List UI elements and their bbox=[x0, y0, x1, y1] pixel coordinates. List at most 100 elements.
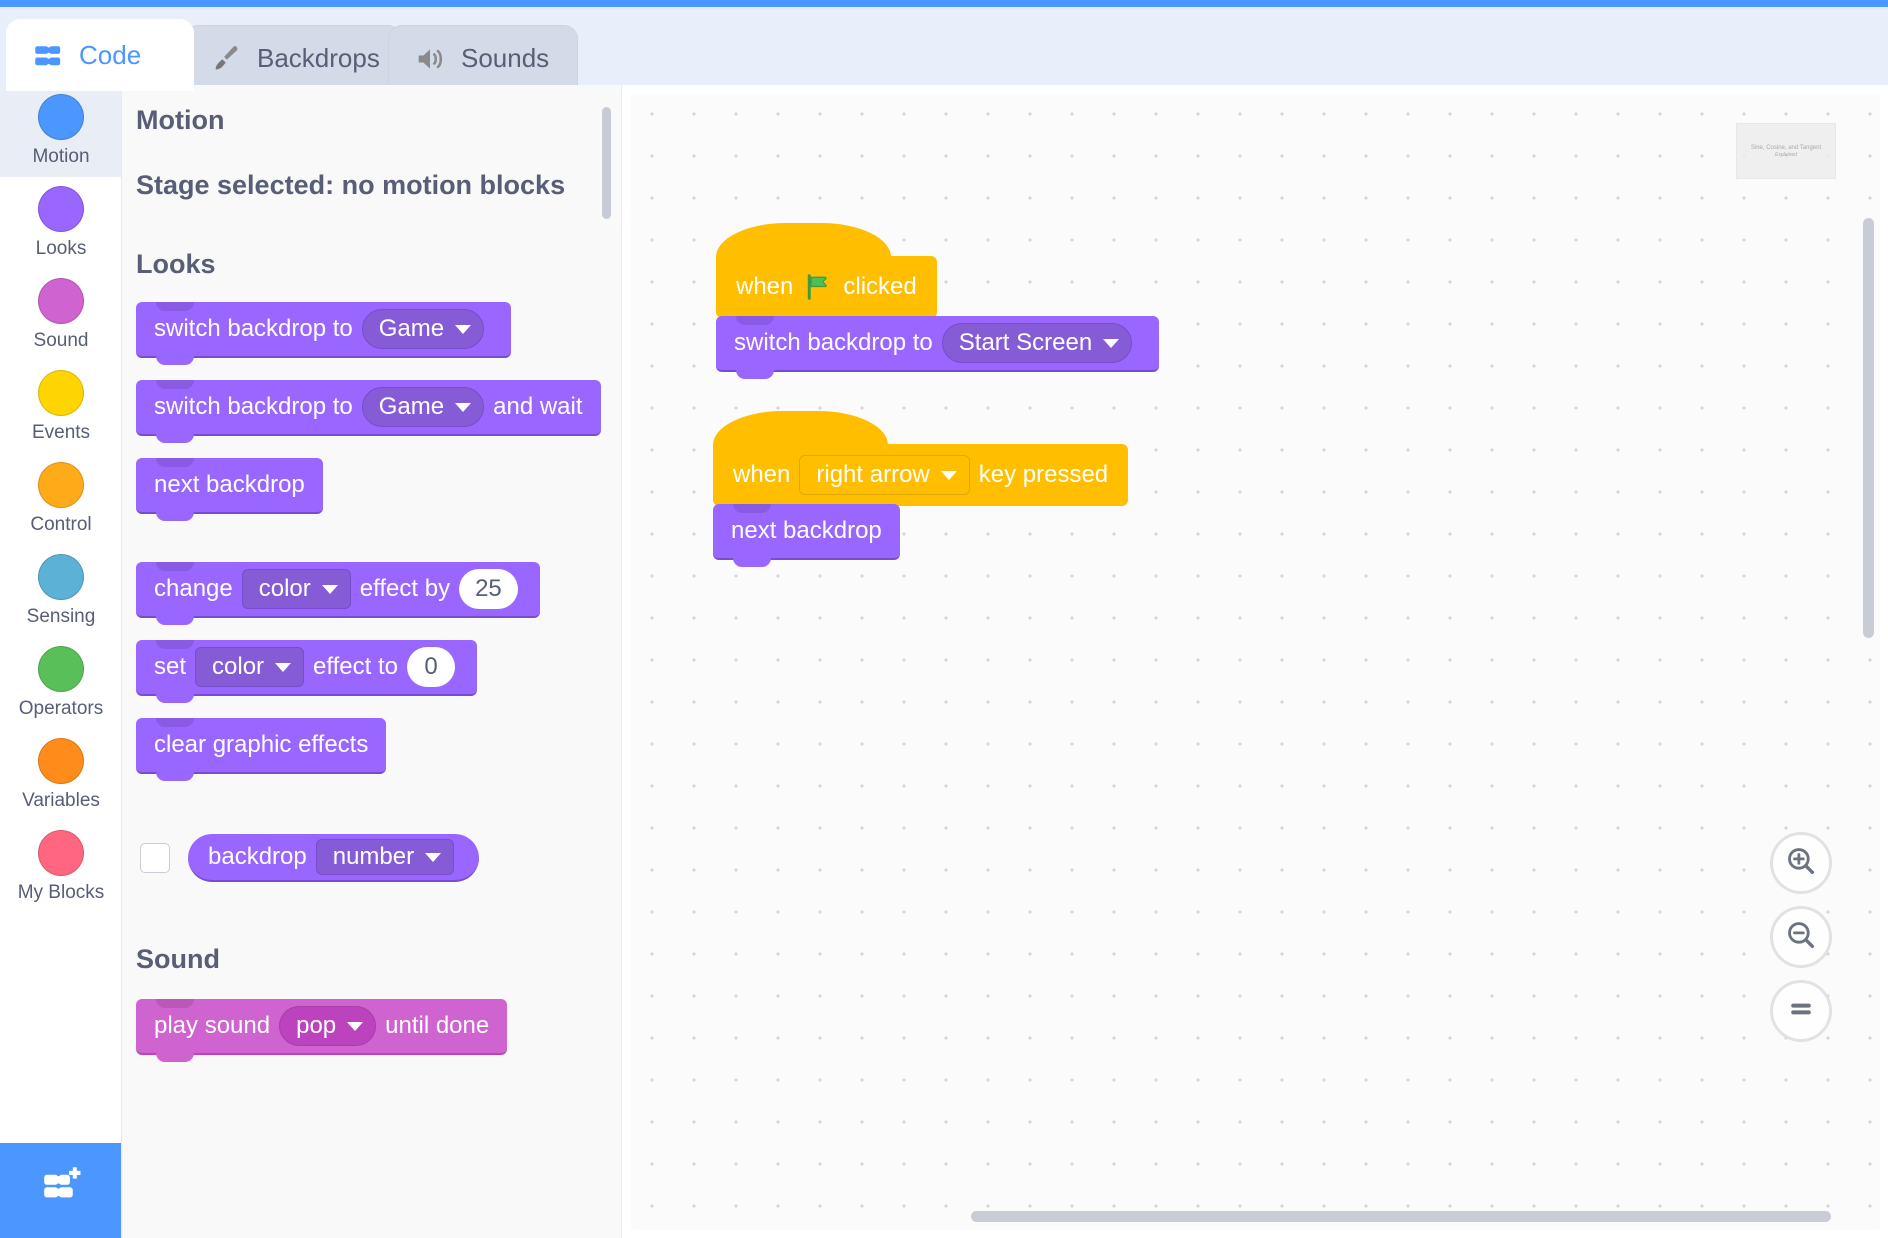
block-label: switch backdrop to bbox=[154, 315, 353, 342]
effect-value-input[interactable]: 0 bbox=[407, 647, 455, 687]
sensing-color-dot bbox=[38, 554, 84, 600]
when-key-pressed-block[interactable]: when right arrow key pressed bbox=[713, 411, 1129, 515]
scratch-editor: Code Backdrops Sounds Motion Looks Sound… bbox=[0, 0, 1888, 1238]
green-flag-icon bbox=[803, 272, 833, 302]
effect-dropdown[interactable]: color bbox=[241, 569, 351, 609]
equals-icon bbox=[1784, 992, 1818, 1031]
palette-block-set-effect[interactable]: set color effect to 0 bbox=[136, 640, 477, 703]
sidebar-item-label: My Blocks bbox=[17, 882, 105, 903]
variables-color-dot bbox=[38, 738, 84, 784]
backdrop-dropdown[interactable]: Start Screen bbox=[941, 323, 1133, 363]
tab-sounds[interactable]: Sounds bbox=[388, 25, 578, 91]
green-flag-script[interactable]: when clicked switch backdrop to Start Sc… bbox=[716, 223, 1160, 379]
backdrop-property-dropdown[interactable]: number bbox=[315, 839, 455, 875]
backdrop-dropdown[interactable]: Game bbox=[361, 309, 485, 349]
add-extension-button[interactable] bbox=[0, 1143, 121, 1238]
control-color-dot bbox=[38, 462, 84, 508]
block-label-prefix: when bbox=[733, 461, 791, 488]
add-extension-icon bbox=[33, 1164, 89, 1217]
chevron-down-icon bbox=[455, 324, 472, 334]
dropdown-value: right arrow bbox=[816, 461, 930, 488]
block-label-suffix: key pressed bbox=[978, 461, 1109, 488]
palette-section-looks: Looks bbox=[136, 249, 216, 279]
dropdown-value: Start Screen bbox=[958, 329, 1093, 356]
sidebar-item-operators[interactable]: Operators bbox=[0, 637, 121, 729]
sidebar-item-label: Control bbox=[30, 514, 92, 535]
when-green-flag-clicked-block[interactable]: when clicked bbox=[716, 223, 937, 327]
events-color-dot bbox=[38, 370, 84, 416]
sidebar-item-sensing[interactable]: Sensing bbox=[0, 545, 121, 637]
palette-section-motion: Motion bbox=[136, 105, 225, 135]
zoom-out-icon bbox=[1784, 918, 1818, 957]
sidebar-item-variables[interactable]: Variables bbox=[0, 729, 121, 821]
sidebar-item-label: Motion bbox=[32, 146, 90, 167]
dropdown-value: color bbox=[212, 653, 265, 680]
block-palette[interactable]: Motion Stage selected: no motion blocks … bbox=[122, 85, 622, 1238]
stage-selected-note: Stage selected: no motion blocks bbox=[136, 170, 566, 200]
zoom-out-button[interactable] bbox=[1770, 906, 1832, 968]
dropdown-value: Game bbox=[378, 315, 445, 342]
speaker-icon bbox=[413, 42, 447, 76]
backdrop-monitor-checkbox[interactable] bbox=[140, 843, 170, 873]
palette-block-change-effect[interactable]: change color effect by 25 bbox=[136, 562, 540, 625]
block-label-suffix: and wait bbox=[493, 393, 583, 420]
sidebar-item-sound[interactable]: Sound bbox=[0, 269, 121, 361]
dropdown-value: pop bbox=[296, 1012, 337, 1039]
palette-block-switch-backdrop-and-wait[interactable]: switch backdrop to Game and wait bbox=[136, 380, 601, 443]
palette-block-backdrop-reporter[interactable]: backdrop number bbox=[188, 834, 480, 882]
stage-watermark: Sine, Cosine, and Tangent Explained bbox=[1736, 123, 1836, 179]
palette-block-next-backdrop[interactable]: next backdrop bbox=[136, 458, 323, 521]
zoom-in-button[interactable] bbox=[1770, 832, 1832, 894]
palette-block-play-sound-until-done[interactable]: play sound pop until done bbox=[136, 999, 508, 1062]
block-label-prefix: when bbox=[736, 273, 794, 300]
block-label-prefix: change bbox=[154, 575, 233, 602]
sidebar-item-looks[interactable]: Looks bbox=[0, 177, 121, 269]
hat-row: when clicked bbox=[716, 256, 937, 327]
palette-block-switch-backdrop[interactable]: switch backdrop to Game bbox=[136, 302, 512, 365]
workspace-horizontal-scrollbar[interactable] bbox=[971, 1211, 1831, 1222]
block-label: clear graphic effects bbox=[154, 731, 369, 758]
motion-color-dot bbox=[38, 94, 84, 140]
switch-backdrop-to-block[interactable]: switch backdrop to Start Screen bbox=[716, 316, 1160, 379]
hat-cap bbox=[716, 223, 891, 257]
workspace-vertical-scrollbar[interactable] bbox=[1863, 218, 1874, 638]
looks-color-dot bbox=[38, 186, 84, 232]
chevron-down-icon bbox=[455, 402, 472, 412]
watermark-title: Sine, Cosine, and Tangent bbox=[1750, 144, 1822, 151]
chevron-down-icon bbox=[347, 1021, 364, 1031]
top-accent-bar bbox=[0, 0, 1888, 7]
tab-sounds-label: Sounds bbox=[461, 43, 550, 73]
right-arrow-script[interactable]: when right arrow key pressed next backdr… bbox=[713, 411, 1129, 567]
hat-cap bbox=[713, 411, 888, 445]
hat-row: when right arrow key pressed bbox=[713, 444, 1129, 515]
sidebar-item-events[interactable]: Events bbox=[0, 361, 121, 453]
key-dropdown[interactable]: right arrow bbox=[799, 455, 970, 495]
workspace-canvas[interactable]: Sine, Cosine, and Tangent Explained when bbox=[631, 93, 1880, 1230]
sidebar-item-label: Events bbox=[31, 422, 91, 443]
palette-block-clear-graphic-effects[interactable]: clear graphic effects bbox=[136, 718, 387, 781]
effect-amount-input[interactable]: 25 bbox=[459, 569, 518, 609]
block-label-suffix: until done bbox=[385, 1012, 490, 1039]
sidebar-item-label: Sensing bbox=[26, 606, 96, 627]
effect-dropdown[interactable]: color bbox=[195, 647, 305, 687]
zoom-reset-button[interactable] bbox=[1770, 980, 1832, 1042]
next-backdrop-block[interactable]: next backdrop bbox=[713, 504, 900, 567]
dropdown-value: color bbox=[258, 575, 311, 602]
block-label: switch backdrop to bbox=[734, 329, 933, 356]
dropdown-value: Game bbox=[378, 393, 445, 420]
script-workspace[interactable]: Sine, Cosine, and Tangent Explained when bbox=[623, 85, 1888, 1238]
paintbrush-icon bbox=[209, 42, 243, 76]
tab-backdrops-label: Backdrops bbox=[257, 43, 380, 73]
code-icon bbox=[31, 39, 65, 73]
operators-color-dot bbox=[38, 646, 84, 692]
tab-code[interactable]: Code bbox=[6, 19, 194, 91]
watermark-subtitle: Explained bbox=[1775, 151, 1797, 158]
sidebar-item-my-blocks[interactable]: My Blocks bbox=[0, 821, 121, 913]
tab-backdrops[interactable]: Backdrops bbox=[184, 25, 402, 91]
sidebar-item-motion[interactable]: Motion bbox=[0, 85, 121, 177]
sound-color-dot bbox=[38, 278, 84, 324]
sidebar-item-control[interactable]: Control bbox=[0, 453, 121, 545]
backdrop-dropdown[interactable]: Game bbox=[361, 387, 485, 427]
sound-dropdown[interactable]: pop bbox=[279, 1006, 377, 1046]
block-label-suffix: clicked bbox=[843, 273, 917, 300]
